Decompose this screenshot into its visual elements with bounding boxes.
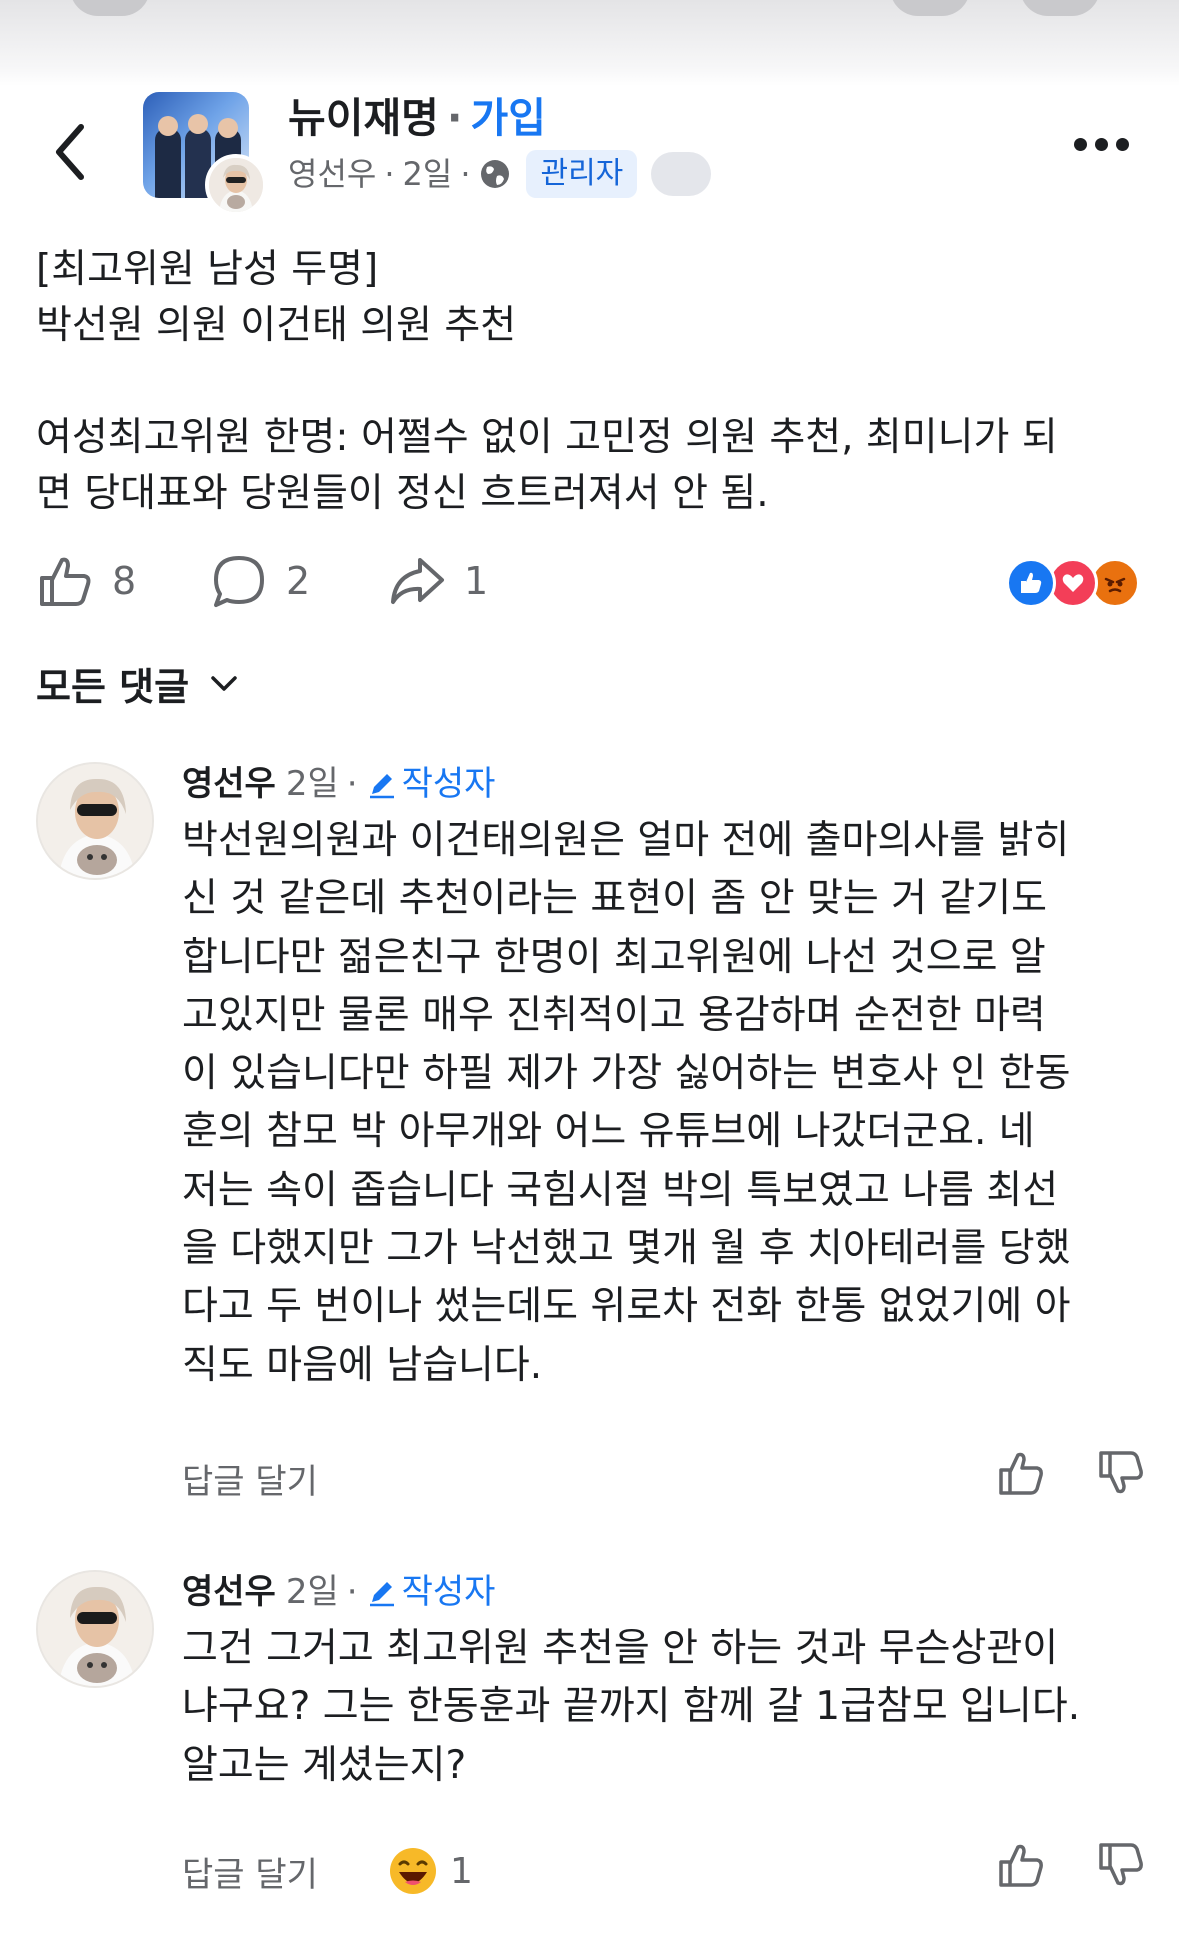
- reaction-summary[interactable]: [1006, 558, 1146, 608]
- comment-text: 박선원의원과 이건태의원은 얼마 전에 출마의사를 밝히 신 것 같은데 추천이…: [182, 812, 1172, 1395]
- reaction-count: 1: [449, 1850, 473, 1892]
- group-name[interactable]: 뉴이재명: [288, 94, 439, 143]
- comment-line: 직도 마음에 남습니다.: [182, 1342, 543, 1388]
- thumbs-down-icon[interactable]: [1096, 1448, 1146, 1498]
- blurred-control: [70, 0, 150, 16]
- chevron-down-icon: [211, 675, 237, 691]
- comment: 영선우 2일 · 작성자 박선원의원과 이건태의원은 얼마 전에 출마의사를 밝…: [36, 762, 1146, 1502]
- comment: 영선우 2일 · 작성자 그건 그거고 최고위원 추천을 안 하는 것과 무슨상…: [36, 1570, 1146, 1940]
- comment-line: 신 것 같은데 추천이라는 표현이 좀 안 맞는 거 같기도: [182, 876, 1048, 922]
- comment-button[interactable]: 2: [210, 552, 310, 610]
- comment-footer: 답글 달기 1: [182, 1846, 473, 1896]
- comment-line: 합니다만 젊은친구 한명이 최고위원에 나선 것으로 알: [182, 934, 1046, 980]
- comment-reactions[interactable]: 1: [388, 1846, 473, 1896]
- post-author[interactable]: 영선우: [288, 155, 376, 193]
- dot-icon: [1116, 138, 1129, 151]
- admin-badge: 관리자: [526, 150, 638, 198]
- post-header: 뉴이재명 · 가입 영선우 · 2일 · 관리자: [0, 86, 1179, 216]
- more-options-button[interactable]: [1074, 138, 1129, 151]
- comment-line: 냐구요? 그는 한동훈과 끝까지 함께 갈 1급참모 입니다.: [182, 1684, 1081, 1730]
- like-count: 8: [112, 559, 137, 603]
- comment-author[interactable]: 영선우: [182, 1570, 276, 1614]
- dot-icon: [1074, 138, 1087, 151]
- author-tag-label: 작성자: [401, 764, 496, 804]
- comment-text: 그건 그거고 최고위원 추천을 안 하는 것과 무슨상관이 냐구요? 그는 한동…: [182, 1620, 1172, 1795]
- post-line: 면 당대표와 당원들이 정신 흐트러져서 안 됨.: [36, 471, 769, 516]
- post-actions: 8 2 1: [36, 552, 1146, 612]
- comment-author[interactable]: 영선우: [182, 762, 276, 806]
- status-bar-blur: [0, 0, 1179, 86]
- pencil-icon: [369, 1582, 394, 1607]
- like-button[interactable]: 8: [36, 552, 136, 610]
- blurred-control: [890, 0, 970, 16]
- separator: ·: [446, 94, 463, 142]
- globe-icon: [481, 160, 510, 188]
- blurred-control: [1020, 0, 1100, 16]
- thumbs-down-icon[interactable]: [1096, 1840, 1146, 1890]
- post-line: 박선원 의원 이건태 의원 추천: [36, 303, 517, 348]
- author-tag: 작성자: [366, 762, 496, 806]
- dot-icon: [1095, 138, 1108, 151]
- author-avatar[interactable]: [205, 154, 267, 216]
- comment-footer: 답글 달기: [182, 1454, 318, 1503]
- separator: ·: [384, 154, 395, 193]
- comment-line: 훈의 참모 박 아무개와 어느 유튜브에 나갔더군요. 네: [182, 1109, 1035, 1155]
- pencil-icon: [369, 774, 394, 799]
- comment-line: 그건 그거고 최고위원 추천을 안 하는 것과 무슨상관이: [182, 1626, 1059, 1671]
- comment-line: 을 다했지만 그가 낙선했고 몇개 월 후 치아테러를 당했: [182, 1226, 1071, 1272]
- separator: ·: [346, 1572, 358, 1612]
- comment-line: 이 있습니다만 하필 제가 가장 싫어하는 변호사 인 한동: [182, 1051, 1071, 1097]
- comment-line: 다고 두 번이나 썼는데도 위로차 전화 한통 없었기에 아: [182, 1284, 1071, 1330]
- author-tag-label: 작성자: [401, 1572, 496, 1612]
- post-line: [최고위원 남성 두명]: [36, 247, 379, 292]
- thumbs-up-icon[interactable]: [996, 1840, 1046, 1890]
- comment-bubble-icon: [214, 556, 264, 607]
- comment-line: 알고는 계셨는지?: [182, 1742, 467, 1788]
- like-reaction-icon: [1006, 558, 1056, 608]
- separator: ·: [460, 154, 471, 193]
- comment-count: 2: [286, 559, 311, 603]
- comment-line: 박선원의원과 이건태의원은 얼마 전에 출마의사를 밝히: [182, 818, 1070, 863]
- reply-button[interactable]: 답글 달기: [182, 1454, 318, 1503]
- post-body: [최고위원 남성 두명] 박선원 의원 이건태 의원 추천 여성최고위원 한명:…: [36, 242, 1146, 522]
- blurred-badge: [651, 152, 712, 196]
- thumbs-up-icon: [40, 557, 91, 606]
- back-button[interactable]: [46, 120, 94, 184]
- comment-vote-buttons: [996, 1840, 1146, 1890]
- author-tag: 작성자: [366, 1570, 496, 1614]
- laughing-emoji-icon: [389, 1848, 436, 1894]
- post-time[interactable]: 2일: [403, 155, 453, 193]
- comment-line: 저는 속이 좁습니다 국힘시절 박의 특보였고 나름 최선: [182, 1167, 1059, 1213]
- comment-vote-buttons: [996, 1448, 1146, 1498]
- comment-line: 고있지만 물론 매우 진취적이고 용감하며 순전한 마력: [182, 992, 1046, 1038]
- separator: ·: [346, 764, 358, 804]
- comment-time[interactable]: 2일: [286, 1570, 339, 1614]
- chevron-left-icon: [56, 124, 84, 180]
- share-button[interactable]: 1: [388, 552, 488, 610]
- comment-time[interactable]: 2일: [286, 762, 339, 806]
- reply-button[interactable]: 답글 달기: [182, 1847, 318, 1896]
- commenter-avatar[interactable]: [36, 1570, 154, 1688]
- commenter-avatar[interactable]: [36, 762, 154, 880]
- post-line: 여성최고위원 한명: 어쩔수 없이 고민정 의원 추천, 최미니가 되: [36, 415, 1058, 460]
- share-count: 1: [464, 559, 489, 603]
- sort-label: 모든 댓글: [36, 665, 190, 709]
- share-arrow-icon: [391, 558, 444, 604]
- comment-sort-dropdown[interactable]: 모든 댓글: [36, 656, 239, 711]
- join-link[interactable]: 가입: [470, 94, 545, 143]
- thumbs-up-icon[interactable]: [996, 1448, 1046, 1498]
- post-meta: 영선우 · 2일 · 관리자: [288, 150, 712, 198]
